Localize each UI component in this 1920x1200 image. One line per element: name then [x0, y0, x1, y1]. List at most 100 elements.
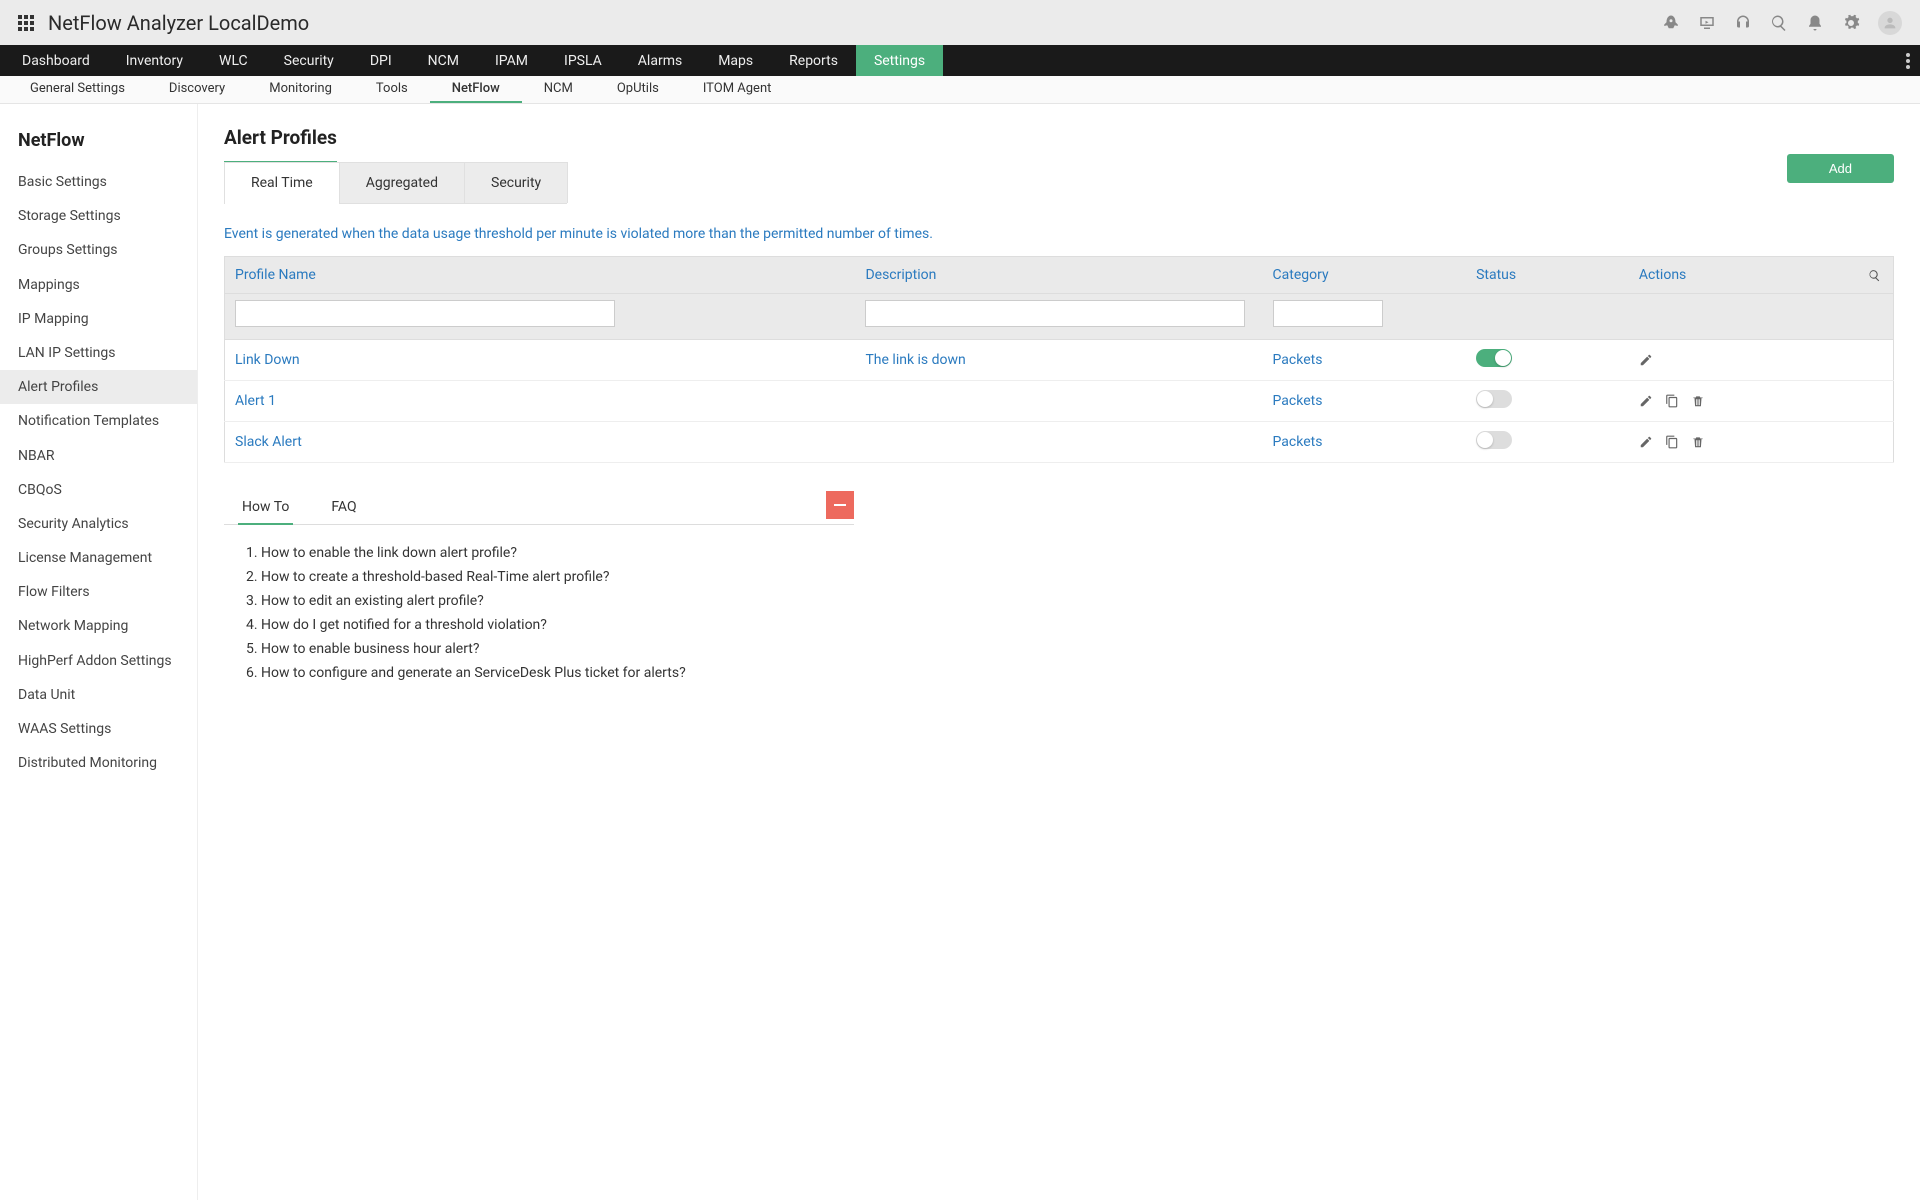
edit-icon[interactable] — [1639, 394, 1653, 408]
th-description[interactable]: Description — [855, 257, 1262, 294]
sidebar-item-cbqos[interactable]: CBQoS — [0, 473, 197, 507]
app-grid-icon[interactable] — [18, 15, 34, 31]
sidebar-item-nbar[interactable]: NBAR — [0, 439, 197, 473]
sidebar-item-ip-mapping[interactable]: IP Mapping — [0, 302, 197, 336]
sidebar-item-license-management[interactable]: License Management — [0, 541, 197, 575]
mainnav-item-dashboard[interactable]: Dashboard — [4, 45, 108, 76]
help-item[interactable]: 2. How to create a threshold-based Real-… — [246, 565, 832, 589]
page-title: Alert Profiles — [224, 126, 337, 163]
help-box: How To FAQ 1. How to enable the link down… — [224, 491, 854, 701]
mainnav-item-ncm[interactable]: NCM — [410, 45, 477, 76]
topbar-right — [1662, 11, 1902, 35]
filter-category[interactable] — [1273, 300, 1383, 327]
help-item[interactable]: 4. How do I get notified for a threshold… — [246, 613, 832, 637]
sidebar-item-groups-settings[interactable]: Groups Settings — [0, 233, 197, 267]
subnav-item-oputils[interactable]: OpUtils — [595, 76, 681, 103]
cell-description — [855, 381, 1262, 422]
subnav-item-ncm[interactable]: NCM — [522, 76, 595, 103]
sidebar-item-alert-profiles[interactable]: Alert Profiles — [0, 370, 197, 404]
mainnav-item-maps[interactable]: Maps — [700, 45, 771, 76]
sidebar-item-storage-settings[interactable]: Storage Settings — [0, 199, 197, 233]
search-icon[interactable] — [1770, 14, 1788, 32]
column-search-icon[interactable] — [1868, 269, 1881, 282]
mainnav-item-security[interactable]: Security — [266, 45, 352, 76]
subnav-item-tools[interactable]: Tools — [354, 76, 430, 103]
help-tab-how-to[interactable]: How To — [238, 491, 293, 525]
mainnav-item-dpi[interactable]: DPI — [352, 45, 410, 76]
mainnav-item-reports[interactable]: Reports — [771, 45, 856, 76]
sidebar-item-lan-ip-settings[interactable]: LAN IP Settings — [0, 336, 197, 370]
filter-description[interactable] — [865, 300, 1245, 327]
th-profile-name[interactable]: Profile Name — [225, 257, 856, 294]
help-tab-faq[interactable]: FAQ — [327, 491, 360, 525]
edit-icon[interactable] — [1639, 353, 1653, 367]
copy-icon[interactable] — [1665, 435, 1679, 449]
subnav-item-itom-agent[interactable]: ITOM Agent — [681, 76, 794, 103]
edit-icon[interactable] — [1639, 435, 1653, 449]
cell-actions — [1629, 340, 1894, 381]
tab-aggregated[interactable]: Aggregated — [339, 162, 465, 203]
status-toggle[interactable] — [1476, 390, 1512, 408]
delete-icon[interactable] — [1691, 394, 1705, 408]
avatar[interactable] — [1878, 11, 1902, 35]
sidebar-item-data-unit[interactable]: Data Unit — [0, 678, 197, 712]
tab-real-time[interactable]: Real Time — [224, 162, 340, 203]
cell-actions — [1629, 381, 1894, 422]
table-row: Alert 1Packets — [225, 381, 1894, 422]
help-item[interactable]: 3. How to edit an existing alert profile… — [246, 589, 832, 613]
mainnav-item-wlc[interactable]: WLC — [201, 45, 266, 76]
subnav-item-netflow[interactable]: NetFlow — [430, 76, 522, 103]
th-status[interactable]: Status — [1466, 257, 1629, 294]
delete-icon[interactable] — [1691, 435, 1705, 449]
mainnav-item-ipam[interactable]: IPAM — [477, 45, 546, 76]
presentation-icon[interactable] — [1698, 14, 1716, 32]
mainnav-item-settings[interactable]: Settings — [856, 45, 943, 76]
sidebar-item-highperf-addon-settings[interactable]: HighPerf Addon Settings — [0, 644, 197, 678]
subnav-item-monitoring[interactable]: Monitoring — [247, 76, 354, 103]
copy-icon[interactable] — [1665, 394, 1679, 408]
help-collapse-button[interactable] — [826, 491, 854, 519]
sidebar: NetFlow Basic SettingsStorage SettingsGr… — [0, 104, 198, 1200]
sidebar-item-basic-settings[interactable]: Basic Settings — [0, 165, 197, 199]
mainnav-item-ipsla[interactable]: IPSLA — [546, 45, 620, 76]
content: Alert Profiles Real TimeAggregatedSecuri… — [198, 104, 1920, 1200]
mainnav-item-alarms[interactable]: Alarms — [620, 45, 700, 76]
cell-profile-name[interactable]: Slack Alert — [225, 422, 856, 463]
th-actions-label: Actions — [1639, 267, 1686, 283]
sidebar-item-network-mapping[interactable]: Network Mapping — [0, 609, 197, 643]
cell-category: Packets — [1263, 422, 1467, 463]
headset-icon[interactable] — [1734, 14, 1752, 32]
sidebar-item-flow-filters[interactable]: Flow Filters — [0, 575, 197, 609]
th-category[interactable]: Category — [1263, 257, 1467, 294]
status-toggle[interactable] — [1476, 349, 1512, 367]
mainnav-more-icon[interactable] — [1906, 45, 1910, 76]
help-item[interactable]: 5. How to enable business hour alert? — [246, 637, 832, 661]
sidebar-item-distributed-monitoring[interactable]: Distributed Monitoring — [0, 746, 197, 780]
sidebar-item-mappings[interactable]: Mappings — [0, 268, 197, 302]
sidebar-item-notification-templates[interactable]: Notification Templates — [0, 404, 197, 438]
subnav-item-discovery[interactable]: Discovery — [147, 76, 247, 103]
add-button[interactable]: Add — [1787, 154, 1894, 183]
help-item[interactable]: 6. How to configure and generate an Serv… — [246, 661, 832, 685]
gear-icon[interactable] — [1842, 14, 1860, 32]
profile-tabs: Real TimeAggregatedSecurity — [224, 162, 567, 204]
sidebar-item-security-analytics[interactable]: Security Analytics — [0, 507, 197, 541]
tab-security[interactable]: Security — [464, 162, 568, 203]
alert-profiles-table: Profile Name Description Category Status… — [224, 256, 1894, 463]
mainnav-item-inventory[interactable]: Inventory — [108, 45, 201, 76]
sidebar-item-waas-settings[interactable]: WAAS Settings — [0, 712, 197, 746]
topbar-left: NetFlow Analyzer LocalDemo — [18, 11, 309, 35]
help-item[interactable]: 1. How to enable the link down alert pro… — [246, 541, 832, 565]
cell-profile-name[interactable]: Link Down — [225, 340, 856, 381]
table-row: Link DownThe link is downPackets — [225, 340, 1894, 381]
status-toggle[interactable] — [1476, 431, 1512, 449]
layout: NetFlow Basic SettingsStorage SettingsGr… — [0, 104, 1920, 1200]
help-list: 1. How to enable the link down alert pro… — [224, 525, 854, 701]
app-title: NetFlow Analyzer LocalDemo — [48, 11, 309, 35]
bell-icon[interactable] — [1806, 14, 1824, 32]
subnav-item-general-settings[interactable]: General Settings — [8, 76, 147, 103]
filter-profile-name[interactable] — [235, 300, 615, 327]
help-tabs: How To FAQ — [224, 491, 854, 525]
rocket-icon[interactable] — [1662, 14, 1680, 32]
cell-profile-name[interactable]: Alert 1 — [225, 381, 856, 422]
